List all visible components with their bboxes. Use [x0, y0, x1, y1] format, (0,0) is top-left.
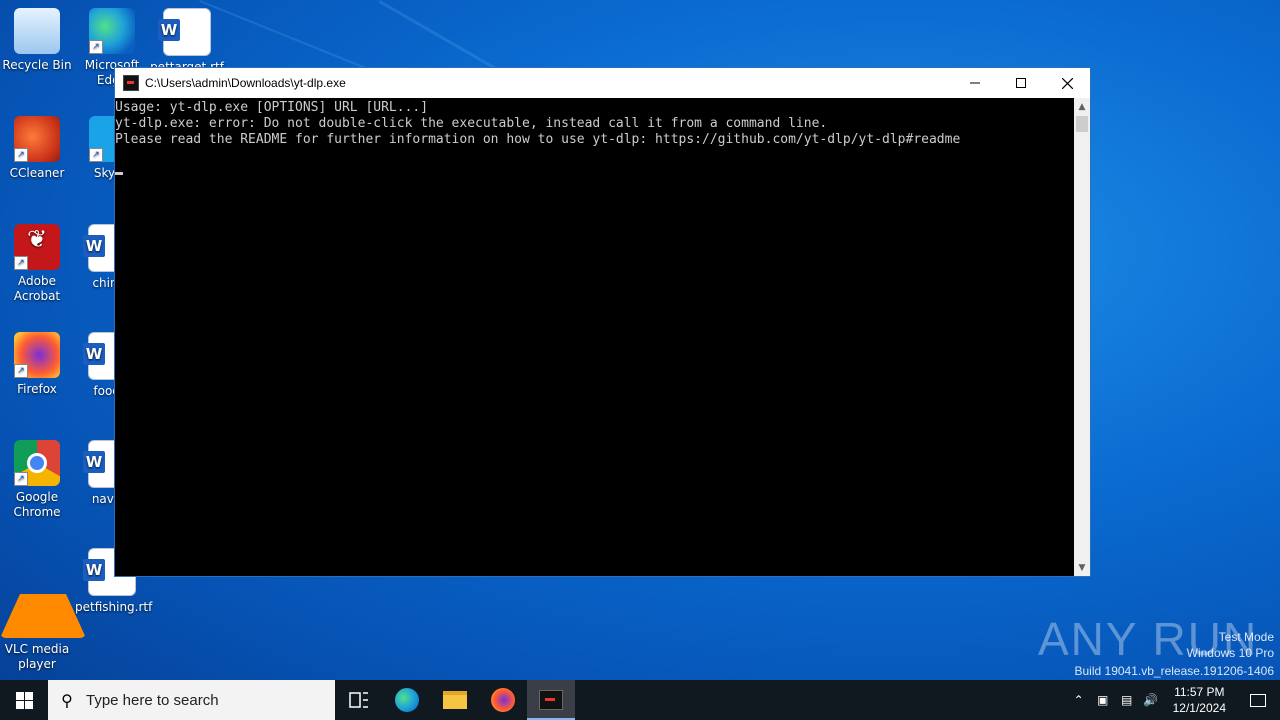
- start-button[interactable]: [0, 680, 48, 720]
- word-document-icon: [158, 8, 211, 56]
- desktop-icon-label: Recycle Bin: [2, 58, 72, 72]
- desktop-icon-label: CCleaner: [9, 166, 65, 180]
- ccleaner-icon: ↗: [14, 116, 60, 162]
- vlc-cone-icon: [0, 548, 86, 638]
- firefox-icon: ↗: [14, 332, 60, 378]
- network-icon[interactable]: ▤: [1115, 693, 1139, 707]
- edge-icon: [395, 688, 419, 712]
- console-app-icon[interactable]: [123, 75, 139, 91]
- shortcut-arrow-icon: ↗: [89, 40, 103, 54]
- build-label: Build 19041.vb_release.191206-1406: [1074, 664, 1275, 678]
- window-title: C:\Users\admin\Downloads\yt-dlp.exe: [145, 76, 346, 90]
- desktop-icon-label: petfishing.rtf: [75, 600, 153, 614]
- desktop-icon-google-chrome[interactable]: ↗ Google Chrome: [0, 440, 74, 520]
- task-view-icon: [349, 692, 368, 708]
- notification-icon: [1250, 693, 1266, 707]
- close-icon: [1061, 77, 1073, 89]
- recycle-bin-icon: [14, 8, 60, 54]
- maximize-icon: [1016, 78, 1026, 88]
- volume-icon[interactable]: 🔊: [1139, 693, 1163, 707]
- desktop-icon-firefox[interactable]: ↗ Firefox: [0, 332, 74, 397]
- console-line: Usage: yt-dlp.exe [OPTIONS] URL [URL...]: [115, 100, 429, 115]
- system-tray: ⌃ ▣ ▤ 🔊 11:57 PM 12/1/2024: [1067, 680, 1280, 720]
- clock-time: 11:57 PM: [1174, 685, 1225, 699]
- test-mode-label: Test Mode: [1218, 630, 1274, 644]
- desktop-icon-label: Firefox: [17, 382, 57, 396]
- search-placeholder: Type here to search: [86, 691, 219, 709]
- taskbar-yt-dlp-console[interactable]: [527, 680, 575, 720]
- hardware-icon[interactable]: ▣: [1091, 693, 1115, 707]
- console-app-icon: [539, 690, 563, 710]
- console-line: Please read the README for further infor…: [115, 132, 961, 147]
- chevron-up-icon[interactable]: ⌃: [1067, 693, 1091, 707]
- shortcut-arrow-icon: ↗: [89, 148, 103, 162]
- desktop-icon-pettarget[interactable]: pettarget.rtf: [150, 8, 224, 75]
- clock-date: 12/1/2024: [1172, 701, 1226, 715]
- taskbar-firefox[interactable]: [479, 680, 527, 720]
- chrome-icon: ↗: [14, 440, 60, 486]
- shortcut-arrow-icon: ↗: [14, 472, 28, 486]
- console-window[interactable]: C:\Users\admin\Downloads\yt-dlp.exe Usag…: [114, 67, 1091, 577]
- acrobat-icon: ↗: [14, 224, 60, 270]
- vertical-scrollbar[interactable]: ▲ ▼: [1074, 98, 1090, 576]
- taskbar-clock[interactable]: 11:57 PM 12/1/2024: [1163, 684, 1236, 716]
- scroll-down-icon[interactable]: ▼: [1074, 559, 1090, 576]
- close-button[interactable]: [1044, 68, 1090, 98]
- action-center-button[interactable]: [1236, 680, 1280, 720]
- desktop-icon-ccleaner[interactable]: ↗ CCleaner: [0, 116, 74, 181]
- task-view-button[interactable]: [335, 680, 383, 720]
- taskbar-edge[interactable]: [383, 680, 431, 720]
- minimize-icon: [970, 82, 980, 84]
- edge-icon: ↗: [89, 8, 135, 54]
- desktop-icon-vlc[interactable]: VLC media player: [0, 548, 86, 672]
- taskbar-file-explorer[interactable]: [431, 680, 479, 720]
- windows-logo-icon: [15, 691, 33, 709]
- folder-icon: [443, 691, 467, 709]
- firefox-icon: [491, 688, 515, 712]
- windows-edition-label: Windows 10 Pro: [1186, 646, 1274, 660]
- desktop-icon-adobe-acrobat[interactable]: ↗ Adobe Acrobat: [0, 224, 74, 304]
- scroll-up-icon[interactable]: ▲: [1074, 98, 1090, 115]
- taskbar: ⚲ Type here to search ⌃ ▣ ▤ 🔊 11:57 PM 1…: [0, 680, 1280, 720]
- window-titlebar[interactable]: C:\Users\admin\Downloads\yt-dlp.exe: [115, 68, 1090, 98]
- desktop-icon-label: VLC media player: [4, 642, 70, 671]
- shortcut-arrow-icon: ↗: [14, 256, 28, 270]
- desktop-icon-recycle-bin[interactable]: Recycle Bin: [0, 8, 74, 73]
- search-icon: ⚲: [61, 690, 73, 710]
- shortcut-arrow-icon: ↗: [14, 148, 28, 162]
- text-cursor: [115, 172, 123, 175]
- minimize-button[interactable]: [952, 68, 998, 98]
- console-output[interactable]: Usage: yt-dlp.exe [OPTIONS] URL [URL...]…: [115, 98, 1076, 578]
- taskbar-search-box[interactable]: ⚲ Type here to search: [48, 680, 335, 720]
- desktop-icon-label: Adobe Acrobat: [13, 274, 61, 303]
- console-line: yt-dlp.exe: error: Do not double-click t…: [115, 116, 828, 131]
- scrollbar-thumb[interactable]: [1076, 116, 1088, 132]
- maximize-button[interactable]: [998, 68, 1044, 98]
- desktop-icon-label: Google Chrome: [13, 490, 61, 519]
- shortcut-arrow-icon: ↗: [14, 364, 28, 378]
